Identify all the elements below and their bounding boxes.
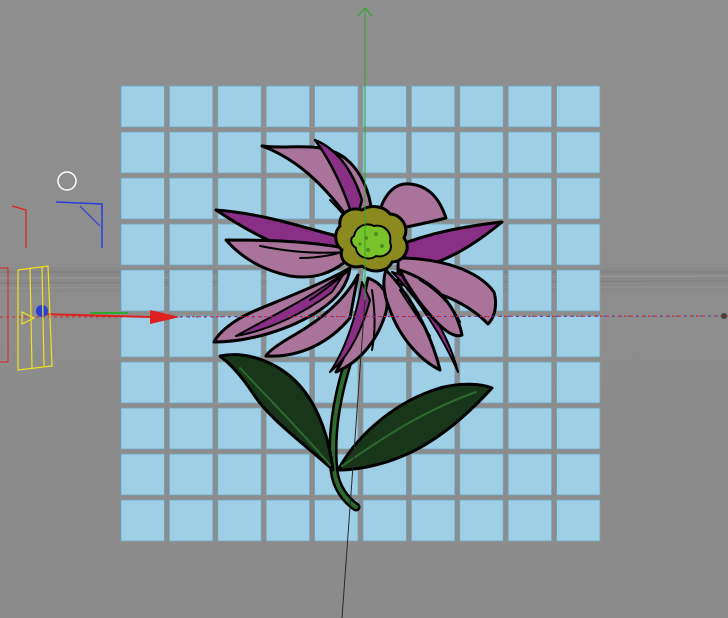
- tile[interactable]: [507, 499, 553, 542]
- tile[interactable]: [120, 361, 165, 404]
- tile[interactable]: [217, 453, 262, 496]
- tile[interactable]: [507, 269, 553, 312]
- tile[interactable]: [217, 269, 262, 312]
- tile[interactable]: [556, 177, 601, 220]
- tile[interactable]: [507, 131, 553, 174]
- tile[interactable]: [507, 85, 553, 128]
- tile[interactable]: [556, 407, 601, 450]
- light-icon[interactable]: [57, 171, 77, 191]
- tile[interactable]: [168, 315, 214, 358]
- tile[interactable]: [459, 499, 504, 542]
- tile[interactable]: [120, 407, 165, 450]
- camera-frame-blue: [55, 201, 103, 248]
- tile[interactable]: [507, 177, 553, 220]
- tile[interactable]: [556, 131, 601, 174]
- tile[interactable]: [217, 499, 262, 542]
- tile[interactable]: [265, 85, 311, 128]
- tile[interactable]: [410, 131, 456, 174]
- tile[interactable]: [120, 177, 165, 220]
- tile[interactable]: [120, 223, 165, 266]
- tile[interactable]: [459, 315, 504, 358]
- tile[interactable]: [459, 85, 504, 128]
- tile[interactable]: [168, 223, 214, 266]
- tile[interactable]: [217, 131, 262, 174]
- tile[interactable]: [362, 85, 407, 128]
- tile[interactable]: [362, 499, 407, 542]
- tile[interactable]: [265, 453, 311, 496]
- tile[interactable]: [168, 177, 214, 220]
- tile[interactable]: [507, 453, 553, 496]
- tile[interactable]: [120, 85, 165, 128]
- tile[interactable]: [168, 361, 214, 404]
- tile[interactable]: [556, 453, 601, 496]
- tile[interactable]: [507, 315, 553, 358]
- viewport-scene[interactable]: [0, 0, 728, 618]
- tile[interactable]: [120, 499, 165, 542]
- tile[interactable]: [120, 269, 165, 312]
- tile[interactable]: [217, 85, 262, 128]
- tile[interactable]: [168, 131, 214, 174]
- tile[interactable]: [459, 131, 504, 174]
- tile[interactable]: [168, 407, 214, 450]
- light-object[interactable]: [57, 171, 77, 191]
- flower-center-inner: [350, 223, 392, 260]
- tile[interactable]: [459, 453, 504, 496]
- tile[interactable]: [459, 177, 504, 220]
- 3d-viewport[interactable]: [0, 0, 728, 618]
- tile[interactable]: [362, 131, 407, 174]
- tile[interactable]: [556, 223, 601, 266]
- tile[interactable]: [265, 499, 311, 542]
- tile[interactable]: [168, 269, 214, 312]
- tile[interactable]: [507, 361, 553, 404]
- tile[interactable]: [314, 85, 359, 128]
- tile[interactable]: [168, 499, 214, 542]
- tile[interactable]: [168, 85, 214, 128]
- tile[interactable]: [120, 453, 165, 496]
- tile[interactable]: [556, 269, 601, 312]
- tile[interactable]: [556, 499, 601, 542]
- tile[interactable]: [217, 407, 262, 450]
- gizmo-center-handle[interactable]: [36, 305, 48, 317]
- tile[interactable]: [556, 361, 601, 404]
- tile[interactable]: [168, 453, 214, 496]
- camera-frame-red: [11, 205, 27, 248]
- tile[interactable]: [120, 131, 165, 174]
- tile[interactable]: [507, 223, 553, 266]
- tile[interactable]: [265, 177, 311, 220]
- tile[interactable]: [556, 315, 601, 358]
- tile[interactable]: [410, 85, 456, 128]
- tile[interactable]: [362, 361, 407, 404]
- tile[interactable]: [410, 499, 456, 542]
- tile[interactable]: [556, 85, 601, 128]
- tile[interactable]: [507, 407, 553, 450]
- tile[interactable]: [410, 453, 456, 496]
